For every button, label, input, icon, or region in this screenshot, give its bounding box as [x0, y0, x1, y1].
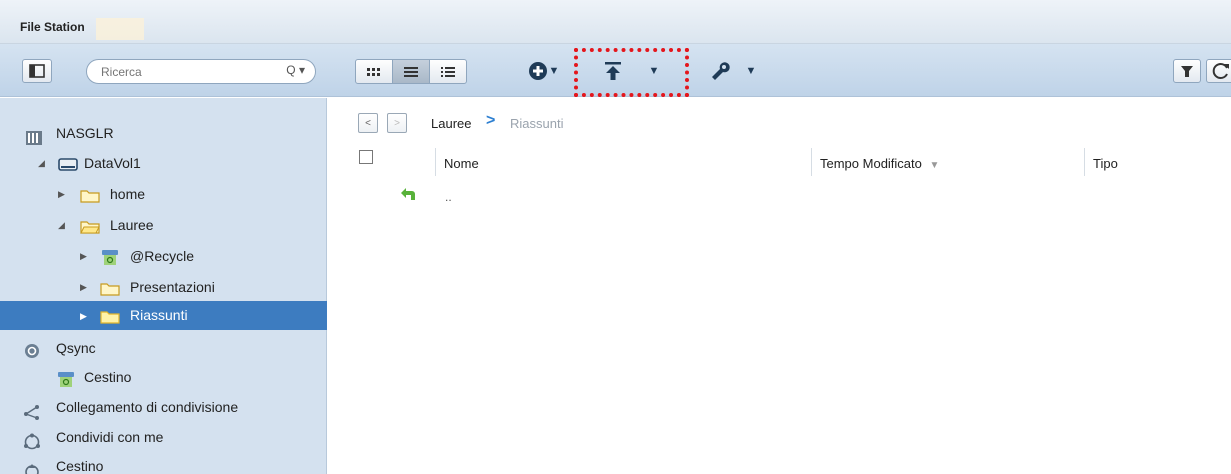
grid-icon: [367, 67, 380, 76]
filter-icon: [1181, 66, 1193, 77]
tree-item-share-link[interactable]: Collegamento di condivisione: [0, 394, 327, 422]
tree-item-presentazioni[interactable]: ▶ Presentazioni: [0, 274, 327, 302]
trash-icon: [25, 464, 39, 474]
breadcrumb-item-lauree[interactable]: Lauree: [431, 116, 471, 131]
tree-item-label: NASGLR: [56, 125, 114, 141]
chevron-down-icon: ▼: [745, 65, 757, 77]
tree-item-label: Presentazioni: [130, 279, 215, 295]
tree-item-nasglr[interactable]: NASGLR: [0, 120, 327, 148]
tree-item-shared-with-me[interactable]: Condividi con me: [0, 424, 327, 452]
chevron-left-icon: <: [365, 117, 371, 129]
chevron-down-icon: ▼: [548, 65, 560, 77]
tree-item-label: Qsync: [56, 340, 96, 356]
breadcrumb-item-riassunti: Riassunti: [510, 116, 564, 131]
tree-item-riassunti[interactable]: ▶ Riassunti: [0, 301, 327, 330]
plus-circle-icon: [528, 62, 547, 80]
tree-item-lauree[interactable]: ◢ Lauree: [0, 212, 327, 240]
table-row[interactable]: ..: [328, 182, 1231, 208]
toggle-sidebar-button[interactable]: [22, 59, 52, 83]
filter-button[interactable]: [1173, 59, 1201, 83]
forward-button[interactable]: >: [387, 113, 407, 133]
details-list-icon: [441, 66, 455, 77]
refresh-button[interactable]: [1206, 59, 1231, 83]
search-box[interactable]: Q ▾: [86, 59, 316, 84]
tree-item-home[interactable]: ▶ home: [0, 181, 327, 209]
panel-icon: [29, 64, 45, 78]
breadcrumb-separator-icon: >: [486, 112, 496, 129]
column-header-type[interactable]: Tipo: [1084, 148, 1231, 176]
select-all-checkbox[interactable]: [359, 150, 373, 164]
tree-item-label: Condividi con me: [56, 429, 164, 445]
column-header-modified[interactable]: Tempo Modificato ▼: [811, 148, 1084, 176]
list-icon: [404, 66, 418, 77]
window-title: File Station: [20, 20, 85, 34]
tree-item-cestino-qsync[interactable]: Cestino: [0, 364, 327, 392]
details-view-button[interactable]: [429, 59, 467, 84]
collapsed-arrow-icon[interactable]: ▶: [58, 189, 65, 200]
expanded-arrow-icon[interactable]: ◢: [38, 158, 45, 169]
folder-icon: [100, 311, 120, 324]
create-button[interactable]: ▼: [520, 58, 566, 84]
column-header-name[interactable]: Nome: [435, 148, 811, 176]
tree-item-recycle[interactable]: ▶ @Recycle: [0, 243, 327, 271]
file-list-panel: < > Lauree > Riassunti Nome Tempo Modifi…: [328, 98, 1231, 474]
tree-item-label: @Recycle: [130, 248, 195, 264]
upload-highlight-box: [574, 48, 689, 97]
column-header-label: Nome: [444, 156, 479, 171]
search-icon[interactable]: Q ▾: [286, 63, 305, 77]
folder-open-icon: [80, 221, 100, 234]
tree-item-cestino[interactable]: Cestino: [0, 453, 327, 474]
collapsed-arrow-icon[interactable]: ▶: [80, 251, 87, 262]
thumbnail-view-button[interactable]: [355, 59, 393, 84]
refresh-icon: [1212, 63, 1229, 79]
folder-tree: NASGLR ◢ DataVol1 ▶ home ◢ Lauree ▶ @Rec…: [0, 98, 327, 474]
recycle-icon: [58, 372, 74, 387]
tree-item-label: DataVol1: [84, 155, 141, 171]
file-name: ..: [445, 190, 452, 204]
back-button[interactable]: <: [358, 113, 378, 133]
chevron-right-icon: >: [394, 117, 400, 129]
search-input[interactable]: [101, 64, 271, 80]
column-header-label: Tempo Modificato: [820, 156, 922, 171]
shared-with-me-icon: [24, 433, 40, 450]
folder-icon: [100, 283, 120, 296]
folder-icon: [80, 190, 100, 203]
column-header-label: Tipo: [1093, 156, 1118, 171]
tree-item-datavol1[interactable]: ◢ DataVol1: [0, 150, 327, 178]
parent-folder-icon: [401, 188, 415, 200]
tree-item-label: Cestino: [56, 458, 104, 474]
collapsed-arrow-icon[interactable]: ▶: [80, 311, 87, 322]
collapsed-arrow-icon[interactable]: ▶: [80, 282, 87, 293]
view-mode-switch: [355, 59, 477, 84]
recycle-icon: [102, 250, 118, 265]
qsync-icon: [25, 344, 39, 358]
tree-item-label: home: [110, 186, 146, 202]
tools-button[interactable]: ▼: [700, 58, 764, 84]
list-view-button[interactable]: [392, 59, 430, 84]
tree-item-label: Lauree: [110, 217, 154, 233]
title-bar: File Station: [0, 0, 1231, 44]
wrench-icon: [711, 62, 730, 80]
title-overlay: [96, 18, 144, 40]
sort-descending-icon: ▼: [929, 160, 940, 171]
nas-icon: [26, 131, 42, 145]
tree-item-label: Collegamento di condivisione: [56, 399, 239, 415]
expanded-arrow-icon[interactable]: ◢: [58, 220, 65, 231]
tree-item-qsync[interactable]: Qsync: [0, 335, 327, 363]
volume-icon: [58, 158, 78, 171]
share-link-icon: [24, 405, 39, 420]
tree-item-label: Riassunti: [130, 307, 188, 323]
tree-item-label: Cestino: [84, 369, 132, 385]
